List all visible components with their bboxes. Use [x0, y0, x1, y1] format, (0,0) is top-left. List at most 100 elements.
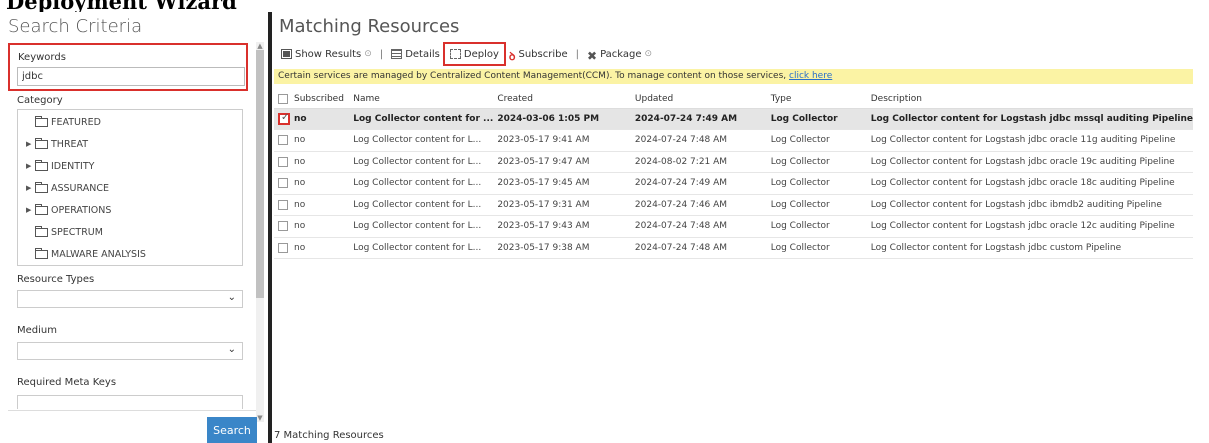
- subscribed-cell: no: [290, 172, 350, 195]
- column-header-subscribed[interactable]: Subscribed: [290, 90, 350, 109]
- expand-arrow-icon[interactable]: ▶: [26, 206, 35, 214]
- resources-table: Subscribed Name Created Updated Type Des…: [274, 90, 1193, 259]
- table-row[interactable]: no Log Collector content for L... 2023-05-…: [274, 194, 1193, 216]
- resource-types-label: Resource Types: [17, 274, 95, 285]
- tools-icon: ✖: [587, 49, 598, 63]
- package-button[interactable]: ✖ Package ⊙: [584, 45, 655, 64]
- category-label: THREAT: [51, 138, 89, 150]
- updated-cell: 2024-07-24 7:48 AM: [630, 237, 767, 259]
- left-scrollbar[interactable]: ▲ ▼: [256, 42, 264, 422]
- name-cell: Log Collector content for L...: [349, 151, 494, 173]
- expand-arrow-icon[interactable]: ▶: [26, 184, 35, 192]
- column-header-name[interactable]: Name: [349, 90, 494, 109]
- created-cell: 2023-05-17 9:45 AM: [493, 172, 631, 195]
- row-checkbox[interactable]: [278, 199, 288, 210]
- folder-icon: [35, 181, 48, 193]
- keywords-label: Keywords: [18, 52, 66, 63]
- subscribed-cell: no: [290, 215, 350, 238]
- row-checkbox[interactable]: [278, 221, 288, 231]
- column-header-description[interactable]: Description: [866, 90, 1193, 109]
- row-checkbox[interactable]: [278, 242, 288, 253]
- row-checkbox[interactable]: [278, 178, 288, 188]
- medium-select[interactable]: ⌄: [17, 342, 243, 360]
- type-cell: Log Collector: [766, 108, 867, 130]
- column-header-created[interactable]: Created: [493, 90, 631, 109]
- ccm-notice-link[interactable]: click here: [789, 71, 832, 81]
- category-item[interactable]: FEATURED: [26, 114, 101, 130]
- subscribe-button[interactable]: ꝺ Subscribe: [506, 45, 571, 64]
- type-cell: Log Collector: [766, 151, 867, 173]
- scroll-down-icon[interactable]: ▼: [256, 414, 264, 422]
- deploy-button[interactable]: Deploy: [442, 42, 506, 66]
- type-cell: Log Collector: [766, 172, 867, 195]
- matching-resources-panel: Matching Resources Show Results ⊙ | Deta…: [274, 12, 1209, 443]
- category-item[interactable]: ▶ ASSURANCE: [26, 180, 109, 196]
- category-label: MALWARE ANALYSIS: [51, 248, 146, 260]
- column-header-updated[interactable]: Updated: [630, 90, 767, 109]
- created-cell: 2024-03-06 1:05 PM: [493, 108, 631, 130]
- name-cell: Log Collector content for L...: [349, 129, 494, 152]
- details-button[interactable]: Details: [388, 45, 443, 63]
- panel-divider[interactable]: [268, 12, 272, 443]
- folder-icon: [35, 247, 48, 259]
- category-label: SPECTRUM: [51, 226, 103, 238]
- category-label: OPERATIONS: [51, 204, 112, 216]
- category-label: FEATURED: [51, 116, 101, 128]
- expand-arrow-icon[interactable]: ▶: [26, 140, 35, 148]
- name-cell: Log Collector content for ...: [349, 108, 494, 130]
- row-checkbox[interactable]: [278, 156, 288, 167]
- row-checkbox-cell[interactable]: [274, 194, 290, 216]
- show-results-label: Show Results: [295, 48, 362, 60]
- keywords-input[interactable]: [17, 67, 245, 86]
- search-button[interactable]: Search: [207, 417, 257, 443]
- row-checkbox-cell[interactable]: [274, 172, 290, 195]
- row-checkbox[interactable]: [278, 112, 290, 125]
- resource-types-select[interactable]: ⌄: [17, 290, 243, 308]
- required-meta-keys-input[interactable]: [17, 395, 243, 409]
- divider: [8, 410, 256, 411]
- row-checkbox-cell[interactable]: [274, 108, 290, 130]
- chevron-down-icon: ⌄: [227, 344, 236, 355]
- row-checkbox[interactable]: [278, 135, 288, 145]
- table-row[interactable]: no Log Collector content for L... 2023-05-…: [274, 151, 1193, 173]
- category-item[interactable]: ▶ IDENTITY: [26, 158, 94, 174]
- category-item[interactable]: SPECTRUM: [26, 224, 103, 240]
- row-checkbox-cell[interactable]: [274, 151, 290, 173]
- subscribe-label: Subscribe: [518, 48, 568, 60]
- toolbar: Show Results ⊙ | Details Deploy ꝺ Subscr…: [278, 42, 655, 66]
- show-results-button[interactable]: Show Results ⊙: [278, 45, 375, 63]
- updated-cell: 2024-07-24 7:46 AM: [630, 194, 767, 216]
- select-all-checkbox[interactable]: [278, 93, 288, 104]
- category-item[interactable]: MALWARE ANALYSIS: [26, 246, 146, 262]
- name-cell: Log Collector content for L...: [349, 215, 494, 238]
- description-cell: Log Collector content for Logstash jdbc …: [866, 172, 1193, 195]
- type-cell: Log Collector: [766, 194, 867, 216]
- scroll-up-icon[interactable]: ▲: [256, 42, 264, 50]
- keywords-group: Keywords: [8, 43, 248, 91]
- row-checkbox-cell[interactable]: [274, 237, 290, 259]
- table-row[interactable]: no Log Collector content for L... 2023-05-…: [274, 215, 1193, 238]
- updated-cell: 2024-07-24 7:49 AM: [630, 172, 767, 195]
- subscribed-cell: no: [290, 194, 350, 216]
- matching-count: 7 Matching Resources: [274, 430, 384, 441]
- category-item[interactable]: ▶ OPERATIONS: [26, 202, 111, 218]
- table-header-row: Subscribed Name Created Updated Type Des…: [274, 90, 1193, 109]
- select-all-cell[interactable]: [274, 90, 290, 109]
- description-cell: Log Collector content for Logstash jdbc …: [866, 151, 1193, 173]
- table-row[interactable]: no Log Collector content for L... 2023-05-…: [274, 237, 1193, 259]
- subscribed-cell: no: [290, 129, 350, 152]
- folder-icon: [35, 115, 48, 127]
- scroll-thumb[interactable]: [256, 50, 264, 298]
- table-row[interactable]: no Log Collector content for L... 2023-05-…: [274, 172, 1193, 195]
- column-header-type[interactable]: Type: [766, 90, 867, 109]
- category-label: IDENTITY: [51, 160, 95, 172]
- row-checkbox-cell[interactable]: [274, 129, 290, 152]
- category-item[interactable]: ▶ THREAT: [26, 136, 88, 152]
- table-row[interactable]: noLog Collector content for ...2024-03-0…: [274, 108, 1193, 130]
- created-cell: 2023-05-17 9:38 AM: [493, 237, 631, 259]
- row-checkbox-cell[interactable]: [274, 215, 290, 238]
- expand-arrow-icon[interactable]: ▶: [26, 162, 35, 170]
- description-cell: Log Collector content for Logstash jdbc …: [866, 237, 1193, 259]
- table-row[interactable]: no Log Collector content for L... 2023-05-…: [274, 129, 1193, 152]
- deploy-label: Deploy: [463, 48, 499, 60]
